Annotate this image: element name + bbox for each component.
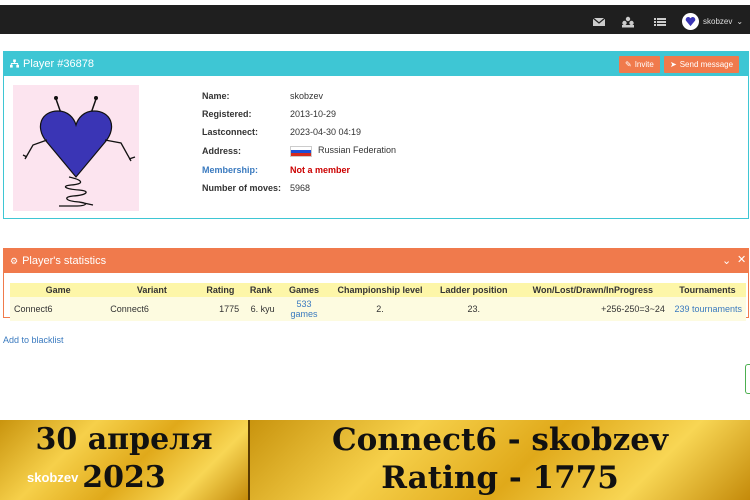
top-navbar: skobzev ⌄ xyxy=(0,0,750,34)
banner-title-line-2: Rating - 1775 xyxy=(381,460,619,496)
col-rating: Rating xyxy=(197,283,244,297)
add-to-blacklist-link[interactable]: Add to blacklist xyxy=(3,335,64,345)
cell-rating: 1775 xyxy=(197,297,244,321)
col-championship: Championship level xyxy=(329,283,431,297)
cell-variant: Connect6 xyxy=(106,297,198,321)
banner-title-line-1: Connect6 - skobzev xyxy=(332,422,668,458)
membership-value: Not a member xyxy=(290,165,351,175)
cell-results: +256-250=3~24 xyxy=(516,297,669,321)
name-value: skobzev xyxy=(290,91,324,101)
address-value: Russian Federation xyxy=(318,145,397,155)
side-scroll-tab[interactable] xyxy=(745,364,750,394)
statistics-panel: ⚙ Player's statistics ⌄ ✕ Game Variant R… xyxy=(3,248,749,321)
chevron-down-icon: ⌄ xyxy=(736,17,744,26)
envelope-icon[interactable] xyxy=(592,16,606,28)
col-ladder: Ladder position xyxy=(430,283,517,297)
membership-label[interactable]: Membership: xyxy=(202,165,258,175)
chevron-down-icon[interactable]: ⌄ xyxy=(722,254,731,267)
col-tournaments: Tournaments xyxy=(668,283,746,297)
russia-flag-icon xyxy=(290,146,312,157)
cell-rank: 6. kyu xyxy=(243,297,279,321)
send-message-button[interactable]: ➤ Send message xyxy=(664,56,740,73)
moves-value: 5968 xyxy=(290,183,311,193)
paper-plane-icon: ➤ xyxy=(670,60,677,69)
blue-heart-creature-image xyxy=(22,96,136,207)
date-line-1: 30 апреля xyxy=(35,422,213,457)
cell-championship: 2. xyxy=(329,297,431,321)
close-icon[interactable]: ✕ xyxy=(737,253,746,266)
date-banner: 30 апреля 2023 skobzev xyxy=(0,420,248,500)
heart-icon xyxy=(685,17,696,27)
statistics-title: Player's statistics xyxy=(22,255,107,267)
player-title: Player #36878 xyxy=(23,58,94,70)
statistics-table: Game Variant Rating Rank Games Champions… xyxy=(10,283,746,321)
username-label: skobzev xyxy=(703,17,733,26)
player-photo xyxy=(13,85,139,211)
lastconnect-label: Lastconnect: xyxy=(202,127,259,137)
user-menu[interactable]: skobzev ⌄ xyxy=(682,13,743,30)
moves-label: Number of moves: xyxy=(202,183,282,193)
invite-button[interactable]: ✎ Invite xyxy=(619,56,660,73)
watermark: skobzev xyxy=(27,470,79,485)
col-games: Games xyxy=(278,283,330,297)
lastconnect-value: 2023-04-30 04:19 xyxy=(290,127,362,137)
col-variant: Variant xyxy=(106,283,198,297)
users-icon[interactable] xyxy=(621,16,635,28)
table-row: Connect6 Connect6 1775 6. kyu 533 games … xyxy=(10,297,746,321)
name-label: Name: xyxy=(202,91,230,101)
col-rank: Rank xyxy=(243,283,279,297)
avatar xyxy=(682,13,699,30)
registered-value: 2013-10-29 xyxy=(290,109,337,119)
games-link[interactable]: 533 games xyxy=(278,297,330,321)
sitemap-icon xyxy=(10,58,19,70)
cell-ladder: 23. xyxy=(430,297,517,321)
cell-game: Connect6 xyxy=(10,297,107,321)
list-icon[interactable] xyxy=(653,16,667,28)
tournaments-link[interactable]: 239 tournaments xyxy=(668,297,746,321)
pencil-icon: ✎ xyxy=(625,60,632,69)
rating-banner: Connect6 - skobzev Rating - 1775 xyxy=(250,420,750,500)
col-results: Won/Lost/Drawn/InProgress xyxy=(516,283,669,297)
table-header-row: Game Variant Rating Rank Games Champions… xyxy=(10,283,746,297)
address-label: Address: xyxy=(202,146,242,156)
statistics-panel-header[interactable]: ⚙ Player's statistics xyxy=(4,249,748,273)
player-panel: Player #36878 ✎ Invite ➤ Send message Na… xyxy=(3,51,749,219)
col-game: Game xyxy=(10,283,107,297)
registered-label: Registered: xyxy=(202,109,252,119)
cogs-icon: ⚙ xyxy=(10,255,19,266)
